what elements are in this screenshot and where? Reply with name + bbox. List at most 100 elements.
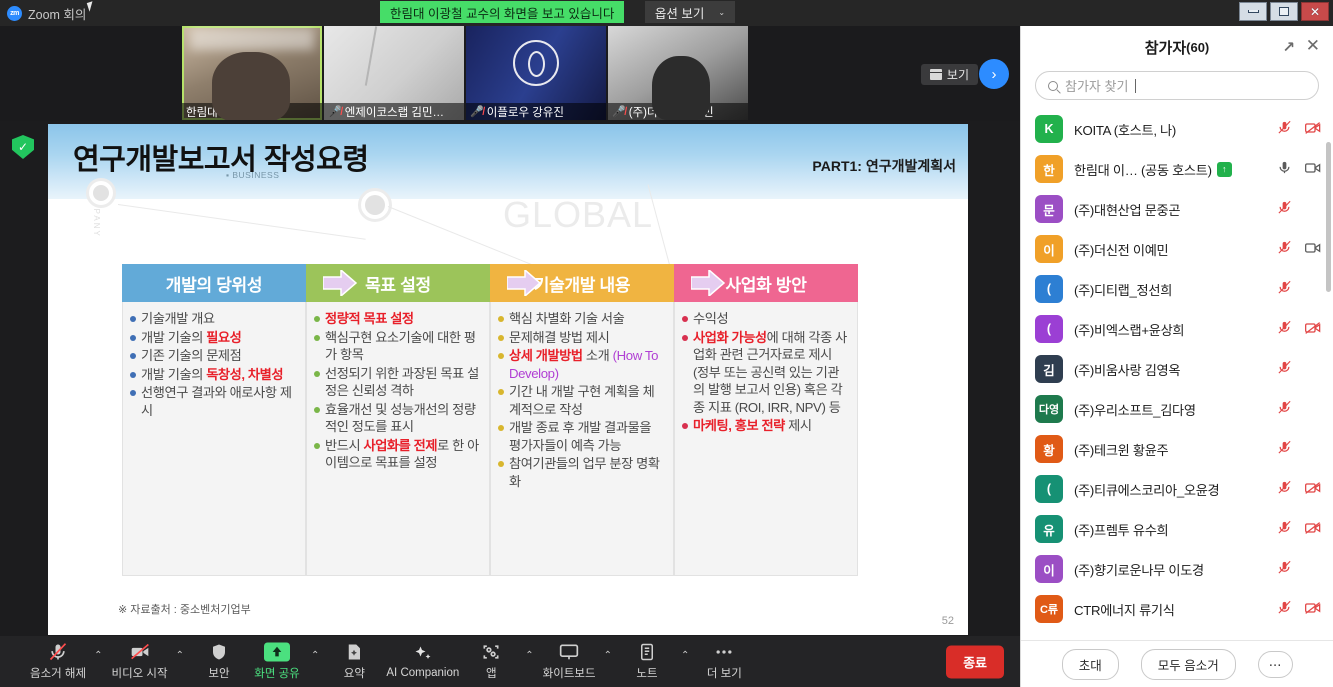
window-controls: ✕ — [1239, 2, 1329, 21]
more-options-button[interactable]: ⋯ — [1257, 650, 1294, 678]
view-layout-button[interactable]: 보기 — [920, 64, 978, 85]
participant-name: (주)더신전 이예민 — [1074, 240, 1265, 259]
toolbar-apps-button[interactable]: 앱 — [465, 639, 517, 685]
end-meeting-button[interactable]: 종료 — [946, 645, 1004, 678]
summary-icon — [345, 642, 363, 662]
participant-row[interactable]: 문 (주)대현산업 문중곤 — [1021, 189, 1333, 229]
avatar: 이 — [1035, 555, 1063, 583]
slide-business-tag: BUSINESS — [226, 170, 279, 180]
cam-off-icon[interactable] — [1304, 521, 1321, 538]
chevron-up-icon[interactable]: ⌃ — [523, 633, 536, 679]
mic-off-icon[interactable] — [1276, 320, 1293, 338]
cam-on-icon[interactable] — [1304, 161, 1321, 178]
participant-row[interactable]: K KOITA (호스트, 나) — [1021, 109, 1333, 149]
encryption-shield-icon[interactable]: ✓ — [12, 135, 34, 159]
mic-off-icon[interactable] — [1276, 520, 1293, 538]
participant-row[interactable]: 이 (주)향기로운나무 이도경 — [1021, 549, 1333, 589]
bullet-item: 기존 기술의 문제점 — [129, 347, 298, 365]
cam-on-icon[interactable] — [1304, 241, 1321, 258]
toolbar-summary-button[interactable]: 요약 — [328, 639, 380, 685]
maximize-button[interactable] — [1270, 2, 1298, 21]
chevron-up-icon[interactable]: ⌃ — [92, 633, 105, 679]
close-icon[interactable]: ✕ — [1306, 36, 1320, 56]
video-thumbnail[interactable]: 🎤̸ 이플로우 강유진 — [466, 26, 606, 120]
avatar: 이 — [1035, 235, 1063, 263]
participant-name: (주)테크윈 황윤주 — [1074, 440, 1265, 459]
participant-row[interactable]: 이 (주)더신전 이예민 — [1021, 229, 1333, 269]
participant-row[interactable]: 다영 (주)우리소프트_김다영 — [1021, 389, 1333, 429]
toolbar-shield-button[interactable]: 보안 — [193, 639, 245, 685]
mic-off-icon[interactable] — [1276, 280, 1293, 298]
chevron-up-icon[interactable]: ⌃ — [679, 633, 692, 679]
participant-name: CTR에너지 류기식 — [1074, 600, 1265, 619]
slide-title: 연구개발보고서 작성요령 — [73, 144, 369, 176]
cam-off-icon[interactable] — [1304, 321, 1321, 338]
toolbar-mic-off-button[interactable]: 음소거 해제 — [30, 639, 86, 685]
search-input[interactable]: 참가자 찾기 — [1035, 71, 1319, 100]
bullet-item: 기술개발 개요 — [129, 310, 298, 328]
toolbar-video-off-button[interactable]: 비디오 시작 — [112, 639, 168, 685]
view-options-button[interactable]: 옵션 보기 ⌄ — [645, 1, 735, 23]
bullet-text: 정량적 목표 설정 — [325, 311, 414, 326]
zoom-meeting-window: zm Zoom 회의 한림대 이광철 교수의 화면을 보고 있습니다 옵션 보기… — [0, 0, 1333, 687]
cam-off-icon[interactable] — [1304, 481, 1321, 498]
participant-row[interactable]: ((주)디티랩_정선희 — [1021, 269, 1333, 309]
toolbar-item-label: 노트 — [636, 668, 658, 680]
toolbar-share-screen-button[interactable]: 화면 공유 — [251, 639, 303, 685]
cam-off-icon[interactable] — [1304, 121, 1321, 138]
mic-off-icon[interactable] — [1276, 360, 1293, 378]
participant-name: KOITA (호스트, 나) — [1074, 120, 1265, 139]
bullet-item: 수익성 — [681, 310, 850, 328]
participant-row[interactable]: 유 (주)프렘투 유수희 — [1021, 509, 1333, 549]
cam-off-icon[interactable] — [1304, 601, 1321, 618]
mic-off-icon[interactable] — [1276, 120, 1293, 138]
mic-off-icon[interactable] — [1276, 200, 1293, 218]
mic-off-icon[interactable] — [1276, 400, 1293, 418]
toolbar-whiteboard-button[interactable]: 화이트보드 — [543, 639, 596, 685]
meeting-toolbar: 음소거 해제 ⌃ 비디오 시작 ⌃ 보안 화면 공유 ⌃ 요약 AI Companion 앱 ⌃ 화이… — [0, 636, 1020, 687]
participant-row[interactable]: C류 CTR에너지 류기식 — [1021, 589, 1333, 629]
search-placeholder: 참가자 찾기 — [1065, 79, 1129, 94]
participant-name-text: (주)비엑스랩+윤상희 — [1074, 322, 1185, 338]
mute-all-button[interactable]: 모두 음소거 — [1140, 648, 1236, 680]
participant-row[interactable]: 황 (주)테크윈 황윤주 — [1021, 429, 1333, 469]
bullet-item: 사업화 가능성에 대해 각종 사업화 관련 근거자료로 제시 (정부 또는 공신… — [681, 329, 850, 417]
video-thumbnail[interactable]: 🎤̸ (주)더신전 이예민 — [608, 26, 748, 120]
participant-name: (주)프렘투 유수희 — [1074, 520, 1265, 539]
slide-page-number: 52 — [941, 615, 954, 627]
participant-name: (주)디티랩_정선희 — [1074, 280, 1265, 299]
bullet-list: 핵심 차별화 기술 서술 문제해결 방법 제시 상세 개발방법 소개 (How To… — [497, 310, 666, 490]
participant-name: (주)향기로운나무 이도경 — [1074, 560, 1265, 579]
mic-off-icon[interactable] — [1276, 600, 1293, 618]
participant-row[interactable]: 한 한림대 이… (공동 호스트) ↑ — [1021, 149, 1333, 189]
bullet-item: 마케팅, 홍보 전략 제시 — [681, 417, 850, 435]
chevron-up-icon[interactable]: ⌃ — [174, 633, 187, 679]
toolbar-notes-button[interactable]: 노트 — [621, 639, 673, 685]
participant-row[interactable]: ((주)티큐에스코리아_오윤경 — [1021, 469, 1333, 509]
toolbar-sparkle-button[interactable]: AI Companion — [386, 639, 459, 685]
chevron-up-icon[interactable]: ⌃ — [602, 633, 615, 679]
next-page-button[interactable]: › — [979, 59, 1009, 89]
close-button[interactable]: ✕ — [1301, 2, 1329, 21]
participant-row[interactable]: ((주)비엑스랩+윤상희 — [1021, 309, 1333, 349]
participants-list[interactable]: K KOITA (호스트, 나) 한 한림대 이… (공동 호스트) ↑ 문 (주)대현산업… — [1021, 108, 1333, 642]
video-thumbnail[interactable]: 한림대 이광철 교수 — [182, 26, 322, 120]
video-thumbnail[interactable]: 🎤̸ 엔제이코스랩 김민… — [324, 26, 464, 120]
column-body: 핵심 차별화 기술 서술 문제해결 방법 제시 상세 개발방법 소개 (How To… — [490, 302, 674, 576]
mic-off-icon[interactable] — [1276, 240, 1293, 258]
popout-icon[interactable]: ↗ — [1282, 38, 1295, 56]
chevron-up-icon[interactable]: ⌃ — [309, 633, 322, 679]
toolbar-more-button[interactable]: 더 보기 — [698, 639, 750, 685]
mic-off-icon[interactable] — [1276, 440, 1293, 458]
mic-off-icon[interactable] — [1276, 560, 1293, 578]
participant-row[interactable]: 김 (주)비움사랑 김영옥 — [1021, 349, 1333, 389]
panel-scrollbar[interactable] — [1326, 142, 1331, 292]
bullet-text: 기술개발 개요 — [141, 311, 215, 326]
sparkle-icon — [412, 644, 434, 664]
participant-name: (주)비엑스랩+윤상희 — [1074, 320, 1265, 339]
bullet-item: 개발 기술의 독창성, 차별성 — [129, 366, 298, 384]
mic-off-icon[interactable] — [1276, 480, 1293, 498]
invite-button[interactable]: 초대 — [1061, 648, 1119, 680]
mic-on-icon[interactable] — [1276, 160, 1293, 178]
minimize-button[interactable] — [1239, 2, 1267, 21]
